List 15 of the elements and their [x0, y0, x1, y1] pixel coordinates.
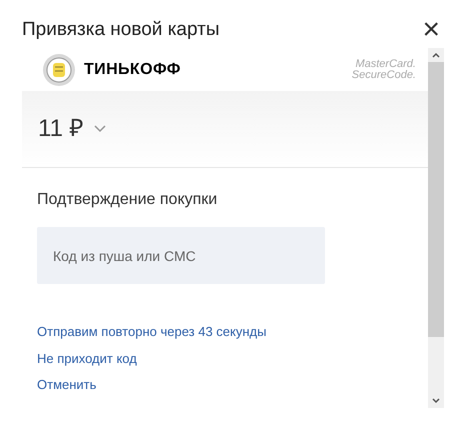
securecode-logo-text: SecureCode. — [352, 70, 416, 80]
bank-emblem-icon — [42, 52, 76, 86]
close-button[interactable]: × — [422, 15, 440, 45]
amount-text: 11 ₽ — [38, 114, 84, 144]
chevron-down-icon[interactable] — [94, 125, 106, 133]
dialog-title: Привязка новой карты — [22, 18, 220, 42]
link[interactable]: Отменить — [37, 375, 96, 394]
section-heading: Подтверждение покупки — [37, 190, 218, 210]
scrollbar-thumb[interactable] — [428, 62, 444, 337]
code-field[interactable]: Код из пуша или СМС — [37, 227, 325, 284]
securecode-logo-text: MasterCard. — [355, 58, 416, 70]
bank-logo-text: ТИНЬКОФФ — [84, 60, 181, 80]
scrollbar[interactable] — [428, 48, 444, 408]
link[interactable]: Отправим повторно через 43 секунды — [37, 322, 266, 342]
link[interactable]: Не приходит код — [37, 348, 137, 368]
